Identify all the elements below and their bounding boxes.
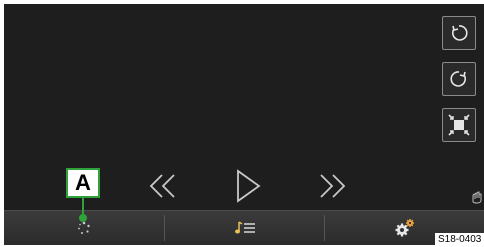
rotate-counterclockwise-icon xyxy=(451,25,468,41)
play-button[interactable] xyxy=(234,168,262,204)
rotate-clockwise-icon xyxy=(450,71,467,87)
fast-forward-icon xyxy=(320,174,346,198)
media-player-screen xyxy=(4,4,484,245)
rotate-left-button[interactable] xyxy=(442,16,476,50)
play-icon xyxy=(237,169,261,203)
rewind-button[interactable] xyxy=(147,170,179,202)
gesture-indicator xyxy=(470,190,484,209)
callout-leader-dot xyxy=(79,214,87,222)
hand-swipe-icon xyxy=(472,191,482,204)
fast-forward-button[interactable] xyxy=(316,170,348,202)
rotate-right-button[interactable] xyxy=(442,62,476,96)
callout-label: A xyxy=(66,168,100,198)
settings-gears-icon xyxy=(395,219,414,237)
playlist-icon xyxy=(234,221,255,234)
collapse-fullscreen-icon xyxy=(448,114,470,136)
figure-reference-code: S18-0403 xyxy=(435,233,484,247)
exit-fullscreen-button[interactable] xyxy=(442,108,476,142)
bottom-tab-bar xyxy=(4,210,484,245)
spinner-dots-icon xyxy=(78,221,90,234)
rewind-icon xyxy=(149,174,175,198)
tab-playlist[interactable] xyxy=(165,211,324,245)
